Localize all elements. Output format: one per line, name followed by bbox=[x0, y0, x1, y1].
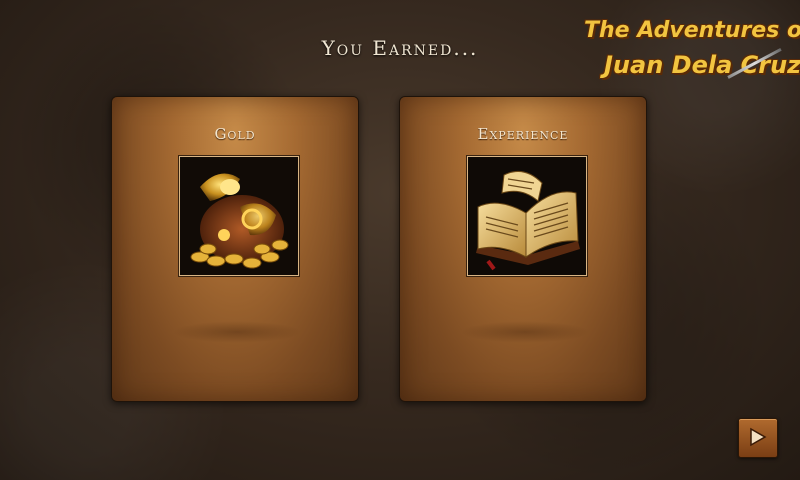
logo-line-1: The Adventures of bbox=[584, 18, 800, 43]
next-button[interactable] bbox=[738, 418, 778, 458]
reward-card-gold: Gold bbox=[111, 96, 359, 402]
game-logo: The Adventures of Juan Dela Cruz bbox=[578, 18, 800, 88]
card-stain bbox=[172, 321, 302, 343]
play-arrow-icon bbox=[750, 427, 767, 447]
reward-card-title: Gold bbox=[214, 125, 256, 143]
gold-treasure-icon bbox=[179, 156, 299, 276]
card-stain bbox=[460, 321, 590, 343]
reward-card-experience: Experience bbox=[399, 96, 647, 402]
reward-card-title: Experience bbox=[477, 125, 569, 143]
open-book-icon bbox=[467, 156, 587, 276]
